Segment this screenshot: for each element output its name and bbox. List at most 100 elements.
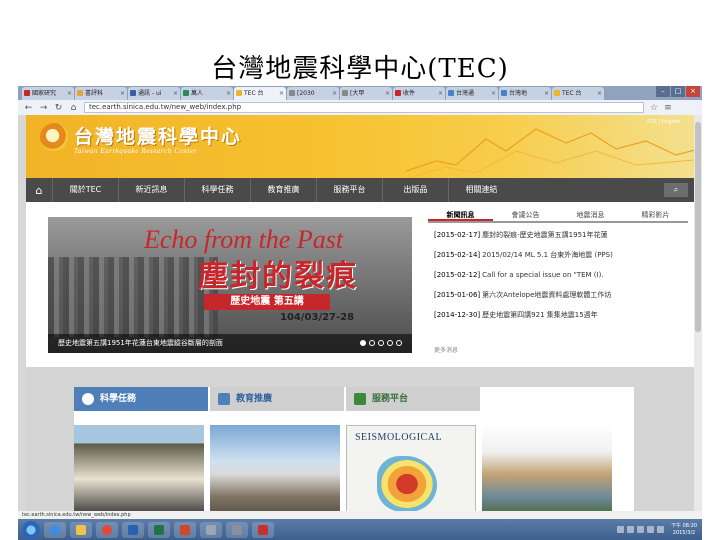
list-item[interactable]: [2015-02-14] 2015/02/14 ML 5.1 台東外海地震 (PP… (428, 248, 688, 268)
nav-home-icon[interactable]: ⌂ (26, 184, 52, 197)
tray-icon[interactable] (647, 526, 654, 533)
banner-crowd-image (48, 257, 218, 337)
powerpoint-taskbar-icon[interactable] (174, 521, 196, 538)
explorer-taskbar-icon[interactable] (70, 521, 92, 538)
tab-education[interactable]: 教育推廣 (210, 387, 344, 411)
site-logo-title[interactable]: 台灣地震科學中心 (74, 122, 242, 149)
url-input[interactable]: tec.earth.sinica.edu.tw/new_web/index.ph… (84, 102, 644, 113)
more-news-link[interactable]: 更多消息 (434, 345, 458, 354)
tab-label: TEC 台 (562, 90, 582, 97)
browser-tab[interactable]: 通訊 - ui × (128, 87, 180, 100)
browser-tab-active[interactable]: TEC 台 × (234, 87, 286, 100)
tray-icon[interactable] (617, 526, 624, 533)
browser-tab[interactable]: 台灣通 × (446, 87, 498, 100)
pdf-taskbar-icon[interactable] (252, 521, 274, 538)
browser-tab[interactable]: TEC 台 × (552, 87, 604, 100)
tools-taskbar-icon[interactable] (200, 521, 222, 538)
nav-item-science[interactable]: 科學任務 (184, 178, 250, 202)
ie-taskbar-icon[interactable] (44, 521, 66, 538)
tec-logo-icon[interactable] (40, 123, 68, 151)
hero-banner[interactable]: Echo from the Past 塵封的裂痕 歷史地震 第五講 104/03… (48, 217, 412, 353)
close-tab-icon[interactable]: × (491, 87, 496, 100)
taskbar-clock[interactable]: 下午 08:20 2015/3/2 (668, 523, 702, 537)
back-icon[interactable]: ← (24, 103, 33, 113)
feature-section: 科學任務 教育推廣 服務平台 SEISMOLOGICAL (26, 367, 694, 511)
close-tab-icon[interactable]: × (385, 87, 390, 100)
browser-tab[interactable]: 萬人 × (181, 87, 233, 100)
close-tab-icon[interactable]: × (67, 87, 72, 100)
list-item[interactable]: [2015-02-12] Call for a special issue on … (428, 268, 688, 288)
close-window-icon[interactable]: × (686, 86, 700, 97)
browser-tab[interactable]: 收件 × (393, 87, 445, 100)
browser-tab[interactable]: 台灣地 × (499, 87, 551, 100)
close-tab-icon[interactable]: × (120, 87, 125, 100)
banner-caption[interactable]: 歷史地震第五講1951年花蓮台東地震縱谷斷層的剖面 (48, 334, 412, 353)
tab-earthquakes[interactable]: 地震消息 (558, 207, 623, 221)
browser-tab-strip: 國家研究 × 書評科 × 通訊 - ui × 萬人 × TEC 台 × [2030 × [大… (18, 86, 702, 100)
browser-tab[interactable]: [2030 × (287, 87, 339, 100)
scrollbar-thumb[interactable] (695, 122, 701, 332)
tab-news[interactable]: 新聞訊息 (428, 207, 493, 221)
reload-icon[interactable]: ↻ (54, 103, 63, 113)
news-text[interactable]: 歷史地震第四講921 集集地震15週年 (482, 311, 598, 319)
nav-item-links[interactable]: 相關連結 (448, 178, 514, 202)
tab-label: 教育推廣 (236, 394, 273, 404)
close-tab-icon[interactable]: × (438, 87, 443, 100)
favicon-icon (289, 90, 295, 96)
news-text[interactable]: Call for a special issue on "TEM (I). (482, 271, 603, 279)
bookmark-star-icon[interactable]: ☆ (650, 103, 658, 113)
campus-photo-image[interactable] (482, 425, 612, 511)
tab-meetings[interactable]: 會議公告 (493, 207, 558, 221)
tab-service-platform[interactable]: 服務平台 (346, 387, 480, 411)
language-links[interactable]: 中文 | English (647, 118, 680, 125)
favicon-icon (236, 90, 242, 96)
browser-tab[interactable]: 國家研究 × (22, 87, 74, 100)
group-photo-image[interactable] (74, 425, 204, 511)
search-icon[interactable]: ⌕ (664, 183, 688, 197)
close-tab-icon[interactable]: × (226, 87, 231, 100)
carousel-dot[interactable] (369, 340, 375, 346)
news-text[interactable]: 塵封的裂痕-歷史地震第五講1951年花蓮 (482, 231, 607, 239)
volume-icon[interactable] (657, 526, 664, 533)
app-taskbar-icon[interactable] (226, 521, 248, 538)
tray-icon[interactable] (637, 526, 644, 533)
nav-item-about[interactable]: 關於TEC (52, 178, 118, 202)
close-tab-icon[interactable]: × (597, 87, 602, 100)
nav-item-education[interactable]: 教育推廣 (250, 178, 316, 202)
carousel-dot[interactable] (378, 340, 384, 346)
nav-item-service[interactable]: 服務平台 (316, 178, 382, 202)
excel-taskbar-icon[interactable] (148, 521, 170, 538)
list-item[interactable]: [2014-12-30] 歷史地震第四講921 集集地震15週年 (428, 308, 688, 328)
close-tab-icon[interactable]: × (173, 87, 178, 100)
menu-icon[interactable]: ≡ (664, 103, 672, 113)
forward-icon[interactable]: → (39, 103, 48, 113)
volcano-photo-image[interactable] (210, 425, 340, 511)
journal-cover-image[interactable]: SEISMOLOGICAL (346, 425, 476, 511)
favicon-icon (130, 90, 136, 96)
word-taskbar-icon[interactable] (122, 521, 144, 538)
minimize-icon[interactable]: – (656, 86, 670, 97)
tab-videos[interactable]: 精彩影片 (623, 207, 688, 221)
maximize-icon[interactable]: □ (671, 86, 685, 97)
news-text[interactable]: 第六次Antelope地震資料處理軟體工作坊 (482, 291, 611, 299)
nav-item-publications[interactable]: 出版品 (382, 178, 448, 202)
browser-tab[interactable]: 書評科 × (75, 87, 127, 100)
news-text[interactable]: 2015/02/14 ML 5.1 台東外海地震 (PPS) (482, 251, 613, 259)
chrome-taskbar-icon[interactable] (96, 521, 118, 538)
carousel-dot[interactable] (360, 340, 366, 346)
nav-item-news[interactable]: 新近訊息 (118, 178, 184, 202)
window-controls: – □ × (656, 86, 702, 100)
carousel-dot[interactable] (396, 340, 402, 346)
close-tab-icon[interactable]: × (332, 87, 337, 100)
list-item[interactable]: [2015-02-17] 塵封的裂痕-歷史地震第五講1951年花蓮 (428, 228, 688, 248)
tray-icon[interactable] (627, 526, 634, 533)
close-tab-icon[interactable]: × (544, 87, 549, 100)
close-tab-icon[interactable]: × (279, 87, 284, 100)
home-icon[interactable]: ⌂ (69, 103, 78, 113)
tab-label: 台灣通 (456, 90, 475, 97)
tab-science-missions[interactable]: 科學任務 (74, 387, 208, 411)
carousel-dot[interactable] (387, 340, 393, 346)
start-button-icon[interactable] (22, 520, 40, 539)
browser-tab[interactable]: [大甲 × (340, 87, 392, 100)
list-item[interactable]: [2015-01-06] 第六次Antelope地震資料處理軟體工作坊 (428, 288, 688, 308)
